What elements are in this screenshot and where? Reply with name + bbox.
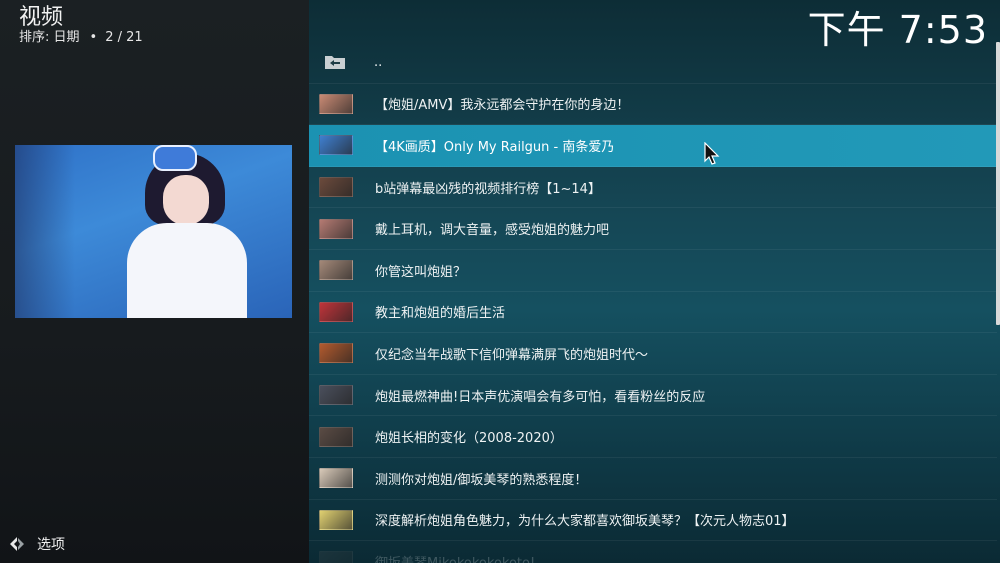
list-item[interactable]: 炮姐最燃神曲!日本声优演唱会有多可怕，看看粉丝的反应 — [309, 375, 997, 417]
sort-label[interactable]: 排序: 日期 — [19, 30, 80, 45]
list-item-label: 【4K画质】Only My Railgun - 南条爱乃 — [375, 139, 615, 155]
thumbnail-figure-body — [127, 223, 247, 318]
list-item-thumbnail — [319, 385, 353, 406]
list-item[interactable]: 【4K画质】Only My Railgun - 南条爱乃 — [309, 125, 997, 167]
list-item-label: 戴上耳机，调大音量，感受炮姐的魅力吧 — [375, 223, 610, 239]
list-item-label: 炮姐最燃神曲!日本声优演唱会有多可怕，看看粉丝的反应 — [375, 389, 706, 405]
list-item[interactable]: 炮姐长相的变化（2008-2020） — [309, 416, 997, 458]
list-item-parent[interactable]: .. — [309, 42, 997, 84]
list-item-label: 炮姐长相的变化（2008-2020） — [375, 431, 563, 447]
separator-dot: • — [89, 30, 98, 45]
folder-back-icon — [325, 56, 345, 70]
list-item-thumbnail — [319, 301, 353, 322]
file-list: .. 【炮姐/AMV】我永远都会守护在你的身边！ 【4K画质】Only My Ra… — [309, 42, 997, 563]
list-item-label: 你管这叫炮姐？ — [375, 264, 467, 280]
list-item-thumbnail — [319, 177, 353, 198]
thumbnail-stage-light — [15, 145, 75, 318]
list-item[interactable]: 测测你对炮姐/御坂美琴的熟悉程度！ — [309, 458, 997, 500]
list-scrollbar[interactable] — [996, 42, 1000, 325]
list-item[interactable]: 御坂美琴Mikokokokokoto! — [309, 541, 997, 563]
list-item[interactable]: 你管这叫炮姐？ — [309, 250, 997, 292]
list-item-thumbnail — [319, 218, 353, 239]
thumbnail-figure-face — [163, 175, 209, 225]
list-item[interactable]: 仅纪念当年战歌下信仰弹幕满屏飞的炮姐时代～ — [309, 333, 997, 375]
list-item-label: 御坂美琴Mikokokokokoto! — [375, 552, 535, 563]
mouse-cursor-icon — [704, 142, 720, 165]
list-item-label: b站弹幕最凶残的视频排行榜【1~14】 — [375, 181, 601, 197]
list-item[interactable]: b站弹幕最凶残的视频排行榜【1~14】 — [309, 167, 997, 209]
thumbnail-figure-bow — [153, 145, 197, 171]
list-item[interactable]: 教主和炮姐的婚后生活 — [309, 292, 997, 334]
media-browser-screen: 视频 排序: 日期 • 2 / 21 下午 7:53 选项 .. 【炮姐/AMV】我… — [0, 0, 1000, 563]
list-item-thumbnail — [319, 93, 353, 114]
list-item-label: 仅纪念当年战歌下信仰弹幕满屏飞的炮姐时代～ — [375, 347, 649, 363]
page-title: 视频 — [19, 5, 64, 30]
list-item[interactable]: 【炮姐/AMV】我永远都会守护在你的身边！ — [309, 84, 997, 126]
options-label: 选项 — [37, 537, 65, 553]
list-item-thumbnail — [319, 426, 353, 447]
list-item-label: 【炮姐/AMV】我永远都会守护在你的身边！ — [375, 98, 630, 114]
list-item[interactable]: 深度解析炮姐角色魅力，为什么大家都喜欢御坂美琴？【次元人物志01】 — [309, 500, 997, 542]
list-item-thumbnail — [319, 135, 353, 156]
list-item-label: 教主和炮姐的婚后生活 — [375, 306, 506, 322]
list-item-label: 测测你对炮姐/御坂美琴的熟悉程度！ — [375, 472, 588, 488]
list-item-thumbnail — [319, 343, 353, 364]
list-item-thumbnail — [319, 551, 353, 563]
options-button[interactable]: 选项 — [8, 534, 65, 554]
options-arrows-icon — [10, 537, 24, 551]
list-item-thumbnail — [319, 260, 353, 281]
list-item-thumbnail — [319, 509, 353, 530]
sort-info: 排序: 日期 • 2 / 21 — [19, 30, 143, 46]
parent-folder-label: .. — [374, 54, 383, 70]
list-item[interactable]: 戴上耳机，调大音量，感受炮姐的魅力吧 — [309, 208, 997, 250]
list-item-label: 深度解析炮姐角色魅力，为什么大家都喜欢御坂美琴？【次元人物志01】 — [375, 514, 795, 530]
selected-item-thumbnail — [15, 145, 292, 318]
item-position: 2 / 21 — [105, 30, 143, 45]
list-item-thumbnail — [319, 468, 353, 489]
